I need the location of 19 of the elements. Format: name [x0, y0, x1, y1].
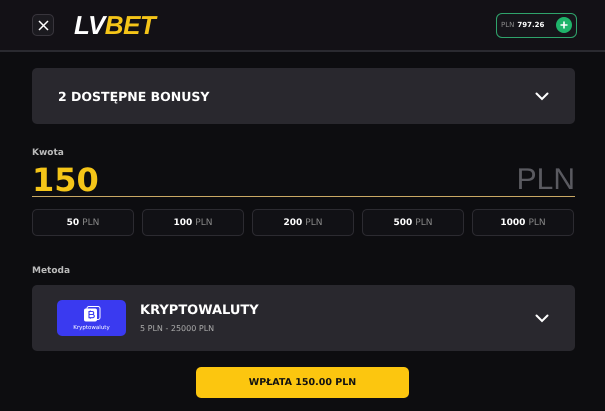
close-button[interactable] — [32, 14, 54, 36]
close-icon — [38, 20, 48, 30]
amount-preset-button[interactable]: 50 PLN — [32, 209, 134, 236]
plus-icon — [560, 21, 568, 29]
amount-preset-button[interactable]: 100 PLN — [142, 209, 244, 236]
amount-preset-button[interactable]: 500 PLN — [362, 209, 464, 236]
amount-preset-button[interactable]: 1000 PLN — [472, 209, 574, 236]
amount-label: Kwota — [32, 148, 64, 158]
add-funds-button[interactable] — [556, 17, 572, 33]
amount-preset-button[interactable]: 200 PLN — [252, 209, 354, 236]
bitcoin-card-icon — [82, 306, 100, 322]
method-label: Metoda — [32, 266, 70, 276]
currency-label: PLN — [516, 162, 575, 196]
bonuses-dropdown[interactable]: 2 DOSTĘPNE BONUSY — [32, 68, 575, 124]
logo: LVBET — [74, 10, 156, 40]
amount-field[interactable]: 150 — [32, 160, 232, 198]
deposit-button[interactable]: WPŁATA 150.00 PLN — [196, 367, 409, 398]
method-name: KRYPTOWALUTY — [140, 303, 259, 318]
method-range: 5 PLN - 25000 PLN — [140, 324, 216, 333]
